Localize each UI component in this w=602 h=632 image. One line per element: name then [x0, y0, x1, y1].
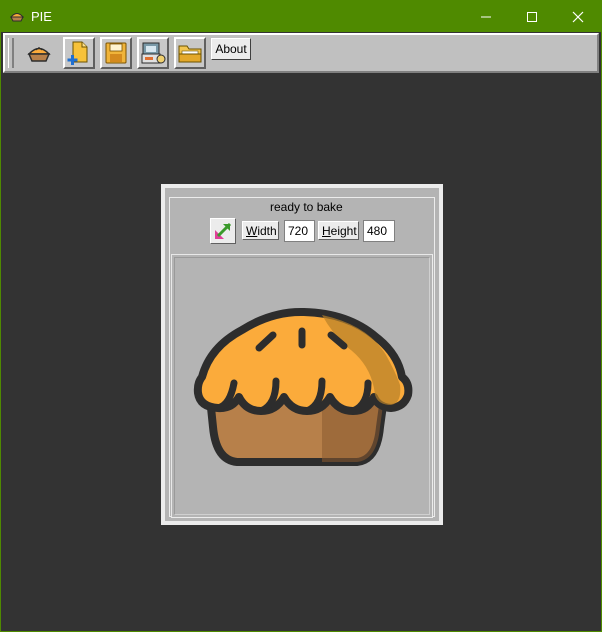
- maximize-button[interactable]: [509, 1, 555, 32]
- pie-icon: [27, 47, 51, 62]
- group-label: ready to bake: [266, 200, 347, 214]
- toolbar: About: [3, 33, 599, 73]
- new-file-icon: [67, 41, 88, 65]
- height-label-mnemonic: H: [322, 223, 331, 238]
- height-field[interactable]: 480: [363, 220, 395, 242]
- app-window: PIE About ready to bake W idth 720 H eig…: [0, 0, 602, 632]
- width-label: Width: [242, 221, 279, 240]
- save-icon: [105, 42, 127, 64]
- window-title: PIE: [31, 9, 52, 24]
- new-file-button[interactable]: [63, 37, 95, 69]
- bake-icon: [141, 42, 166, 64]
- preview-canvas: [171, 254, 433, 518]
- open-folder-icon: [178, 45, 202, 63]
- about-button[interactable]: About: [211, 38, 251, 60]
- close-button[interactable]: [555, 1, 601, 32]
- pie-app-icon: [9, 8, 25, 24]
- bake-button[interactable]: [137, 37, 169, 69]
- pie-image: [193, 307, 413, 466]
- minimize-icon: [481, 16, 491, 17]
- save-button[interactable]: [100, 37, 132, 69]
- height-label-text: eight: [330, 223, 357, 238]
- close-icon: [572, 11, 584, 22]
- width-field[interactable]: 720: [284, 220, 315, 242]
- resize-arrow-icon: [215, 222, 232, 239]
- width-label-text: idth: [257, 223, 277, 238]
- height-label: Height: [318, 221, 359, 240]
- toolbar-grip-line: [12, 38, 13, 68]
- minimize-button[interactable]: [463, 1, 509, 32]
- title-bar: PIE: [1, 1, 601, 32]
- toolbar-grip[interactable]: [8, 38, 14, 68]
- maximize-icon: [527, 11, 537, 22]
- resize-button[interactable]: [210, 218, 236, 244]
- width-label-mnemonic: W: [246, 223, 258, 238]
- pie-button[interactable]: [23, 37, 55, 69]
- open-folder-button[interactable]: [174, 37, 206, 69]
